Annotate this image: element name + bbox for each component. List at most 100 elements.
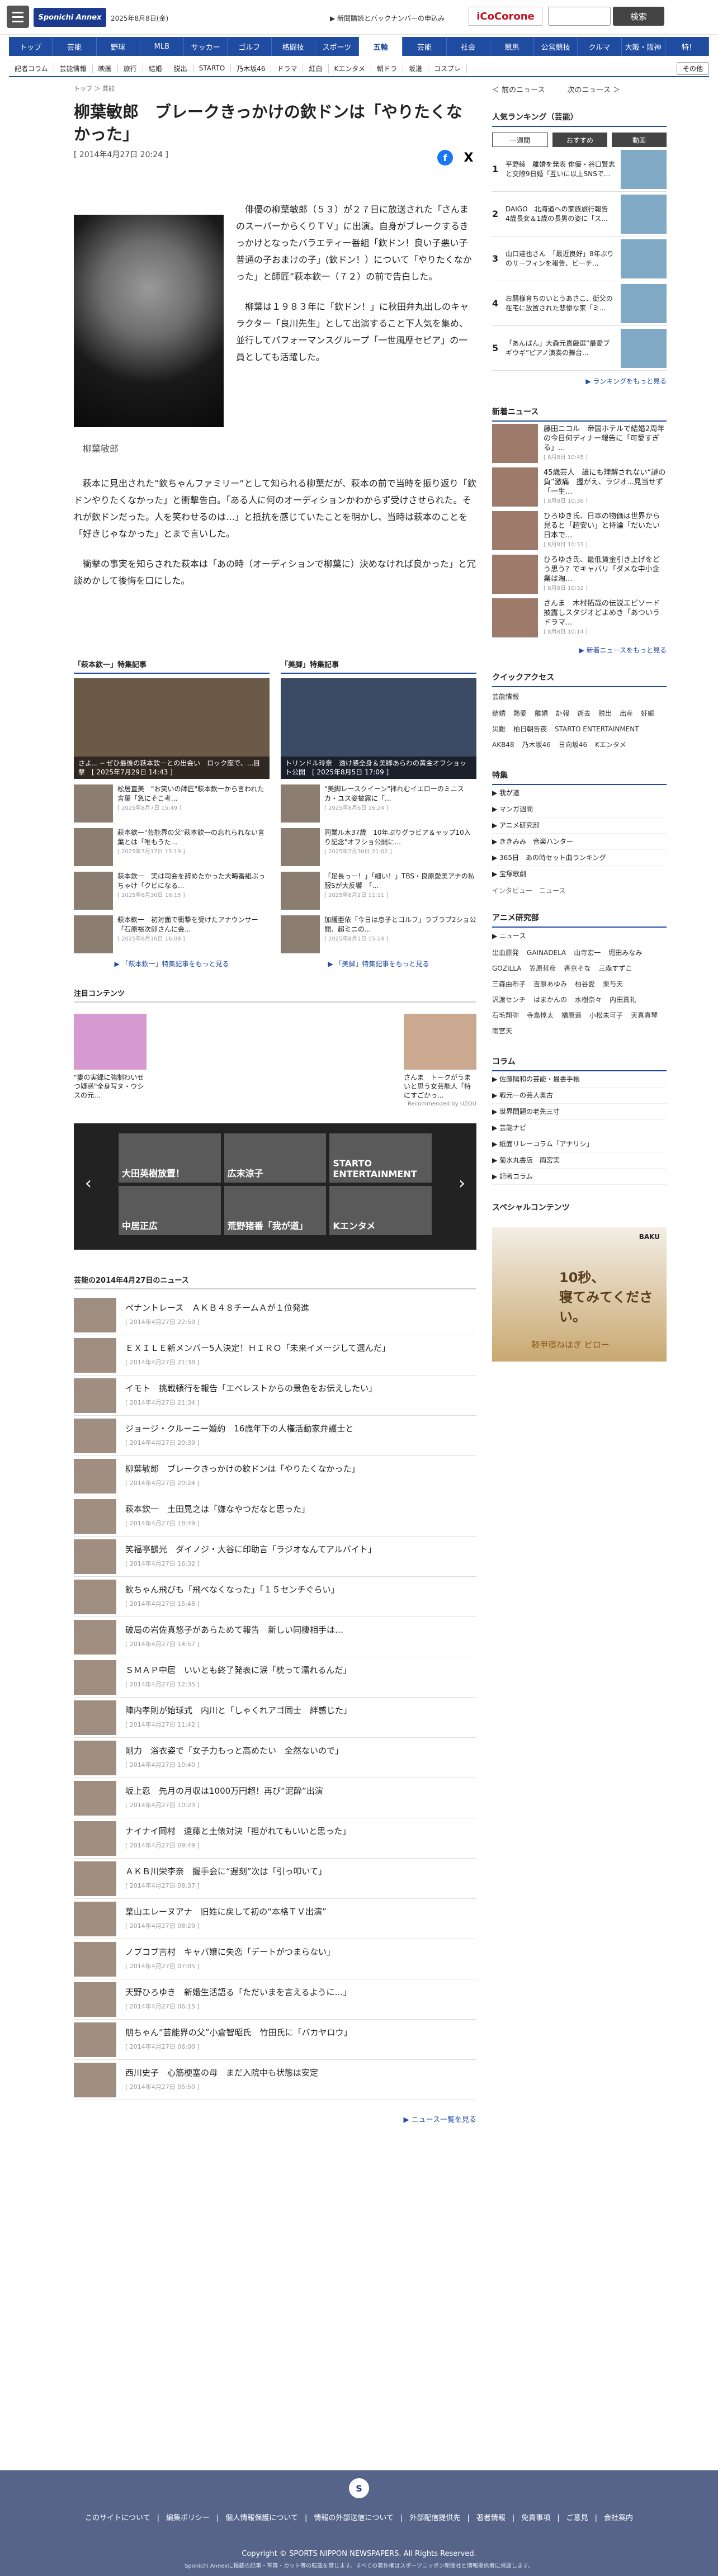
gnav-item[interactable]: ゴルフ: [228, 37, 272, 56]
footer-link[interactable]: 会社案内: [604, 2514, 633, 2522]
table-row[interactable]: ジョージ・クルーニー婚約 16歳年下の人権活動家弁護士と [ 2014年4月27日…: [74, 1416, 476, 1456]
anime-link[interactable]: 出血原発: [492, 945, 519, 961]
column-item[interactable]: ▶ 菊水丸書店 雨宮実: [492, 1152, 667, 1169]
footer-link[interactable]: 編集ポリシー: [166, 2514, 210, 2522]
anime-link[interactable]: 吉原あゆみ: [533, 976, 567, 992]
tokushu-item[interactable]: ▶ 宝塚歌劇: [492, 866, 667, 882]
carousel-prev-icon[interactable]: ‹: [85, 1174, 92, 1193]
tab-recommend[interactable]: おすすめ: [552, 133, 607, 147]
quick-access-link[interactable]: 脱出: [598, 706, 612, 721]
carousel-item[interactable]: 大田英樹放置！: [119, 1133, 221, 1183]
new-news-item[interactable]: ひろゆき氏、日本の物価は世界から見ると「超安い」と持論「だいたい日本で... [ …: [492, 509, 667, 552]
table-row[interactable]: イモト 挑戦頓行を報告「エベレストからの景色をお伝えしたい」 [ 2014年4月2…: [74, 1376, 476, 1416]
related-item[interactable]: 同業ル木37歳 10年ぶりグラビア＆ャップ10入り記念"オフショ公開に... [ …: [281, 828, 476, 866]
attention-title-left[interactable]: "妻の実録に強制わいせつ疑惑"全身写ヌ・ウシスの元...: [74, 1073, 147, 1100]
gnav-item[interactable]: トップ: [9, 37, 53, 56]
ranking-item[interactable]: 2 DAIGO 北海道への家族旅行報告 4歳長女＆1歳の長男の姿に「ス...: [492, 192, 667, 237]
footer-link[interactable]: 個人情報保護について: [225, 2514, 298, 2522]
gnav-item[interactable]: 公営競技: [534, 37, 578, 56]
subnav-item[interactable]: 結婚: [143, 63, 168, 73]
subnav-item[interactable]: ドラマ: [271, 63, 304, 73]
column-item[interactable]: ▶ 紙面リレーコラム「アナリシ」: [492, 1136, 667, 1152]
table-row[interactable]: ＳＭＡＰ中居 いいとも終了発表に涙「枕って濡れるんだ」 [ 2014年4月27日 …: [74, 1657, 476, 1698]
subnav-item[interactable]: 記者コラム: [9, 63, 54, 73]
anime-link[interactable]: 香京そな: [564, 961, 591, 976]
table-row[interactable]: 柳葉敏郎 ブレークきっかけの欽ドンは「やりたくなかった」 [ 2014年4月27日…: [74, 1456, 476, 1496]
quick-access-link[interactable]: 訃報: [556, 706, 569, 721]
attention-thumb-left[interactable]: [74, 1014, 147, 1070]
gnav-item[interactable]: 大阪・阪神: [622, 37, 665, 56]
related-item[interactable]: 「足長っー！」「細い！」TBS・良原愛美アナの私服Sが大反響 「... [ 202…: [281, 872, 476, 910]
subnav-item[interactable]: 脱出: [168, 63, 193, 73]
subnav-item[interactable]: コスプレ: [428, 63, 467, 73]
related-item[interactable]: 松居直美 "お笑いの師匠"萩本欽一から言われた言葉「急にそこ考... [ 2025…: [74, 784, 270, 823]
quick-access-link[interactable]: 乃木坂46: [522, 737, 551, 753]
table-row[interactable]: ペナントレース ＡＫＢ４８チームＡが１位発進 [ 2014年4月27日 22:59…: [74, 1295, 476, 1335]
quick-access-link[interactable]: 離婚: [535, 706, 548, 721]
attention-title-right[interactable]: さんま トークがうまいと思う女芸能人「特にすごかっ...: [404, 1073, 476, 1100]
subnav-item[interactable]: Kエンタメ: [329, 63, 372, 73]
table-row[interactable]: 破局の岩佐真悠子があらためて報告 新しい同棲相手は… [ 2014年4月27日 1…: [74, 1617, 476, 1657]
anime-link[interactable]: 沢渡センチ: [492, 992, 526, 1008]
table-row[interactable]: ノブコブ吉村 キャバ嬢に失恋「デートがつまらない」 [ 2014年4月27日 07…: [74, 1939, 476, 1979]
search-button[interactable]: 検索: [613, 7, 664, 26]
subscription-link[interactable]: ▶ 新聞購読とバックナンバーの申込み: [330, 13, 445, 23]
related-item[interactable]: 萩本欽一"芸能界の父"萩本欽一の忘れられない言葉とは「唯もうた... [ 2025…: [74, 828, 270, 866]
tokushu-item[interactable]: ▶ ききみみ 音楽ハンター: [492, 834, 667, 850]
tokushu-tags[interactable]: インタビュー ニュース: [492, 886, 667, 895]
corone-banner[interactable]: iCoCorone: [469, 7, 542, 26]
footer-link[interactable]: 免責事項: [521, 2514, 550, 2522]
tab-video[interactable]: 動画: [612, 133, 667, 147]
table-row[interactable]: 天野ひろゆき 新婚生活語る「ただいまを言えるように…」 [ 2014年4月27日 …: [74, 1979, 476, 2020]
gnav-item[interactable]: MLB: [140, 37, 184, 56]
anime-link[interactable]: 笠原哲彦: [529, 961, 556, 976]
subnav-item[interactable]: 紅白: [303, 63, 329, 73]
gnav-item[interactable]: クルマ: [578, 37, 622, 56]
gnav-item[interactable]: 五輪: [359, 37, 403, 56]
menu-button[interactable]: [7, 6, 29, 28]
carousel-item[interactable]: 広末涼子: [224, 1133, 327, 1183]
tokushu-item[interactable]: ▶ 365日 あの時セット曲ランキング: [492, 850, 667, 866]
carousel-item[interactable]: 中居正広: [119, 1186, 221, 1235]
table-row[interactable]: 葉山エレーヌアナ 旧姓に戻して初の“本格ＴＶ出演” [ 2014年4月27日 08…: [74, 1899, 476, 1939]
related-item[interactable]: 萩本欽一 初対面で衝撃を受けたアナウンサー「石原裕次郎さんに会... [ 2025…: [74, 915, 270, 953]
gnav-item[interactable]: 特!: [665, 37, 709, 56]
related-item[interactable]: 萩本欽一 実は司会を辞めたかった大晦番組ぶっちゃけ「クビになる... [ 2025…: [74, 872, 270, 910]
table-row[interactable]: 剛力 浴衣姿で「女子力もっと高めたい 全然ないので」 [ 2014年4月27日 1…: [74, 1738, 476, 1778]
anime-link[interactable]: 雨宮天: [492, 1023, 512, 1039]
related-more-link[interactable]: ▶ 「萩本欽一」特集記事をもっと見る: [74, 959, 270, 968]
attention-thumb-right[interactable]: [404, 1014, 476, 1070]
carousel-next-icon[interactable]: ›: [459, 1174, 465, 1193]
gnav-item[interactable]: 芸能: [53, 37, 97, 56]
subnav-item[interactable]: STARTO: [193, 64, 232, 72]
anime-link[interactable]: 柏谷愛: [575, 976, 595, 992]
article-photo[interactable]: 柳葉敏郎: [74, 215, 224, 457]
prev-news-link[interactable]: ＜ 前のニュース: [492, 84, 545, 94]
ranking-more-link[interactable]: ▶ ランキングをもっと見る: [492, 376, 667, 386]
quick-access-link[interactable]: 柏日朝告夜: [513, 721, 547, 737]
new-news-item[interactable]: ひろゆき氏、最低賃金引き上げをどう思う？でキャバリ「ダメな中小企業は淘... [ …: [492, 552, 667, 596]
x-share-icon[interactable]: X: [461, 150, 476, 166]
gnav-item[interactable]: 社会: [447, 37, 490, 56]
footer-link[interactable]: 著者情報: [476, 2514, 506, 2522]
quick-access-link[interactable]: 出産: [620, 706, 633, 721]
ad-banner[interactable]: BAKU 10秒、 寝てみてください。 軽甲寝ねはぎ ピロー: [492, 1227, 667, 1362]
quick-access-link[interactable]: 逝去: [577, 706, 591, 721]
table-row[interactable]: 陣内孝則が始球式 内川と「しゃくれアゴ同士 絆感じた」 [ 2014年4月27日 …: [74, 1698, 476, 1738]
subnav-item[interactable]: 芸能情報: [54, 63, 93, 73]
new-news-item[interactable]: 45歳芸人 誰にも理解されない“謎の負”激痛 握がえ、ラジオ...見当せず「一生…: [492, 465, 667, 509]
related-hero[interactable]: トリンドル玲奈 透け感全身＆美脚あらわの黄金オフショット公開 [ 2025年8月…: [281, 678, 476, 779]
gnav-item[interactable]: 野球: [97, 37, 140, 56]
carousel-item[interactable]: STARTO ENTERTAINMENT: [329, 1133, 432, 1183]
facebook-share-icon[interactable]: f: [437, 150, 453, 166]
anime-link[interactable]: 天真真琴: [631, 1008, 658, 1023]
anime-link[interactable]: 小松未可子: [589, 1008, 623, 1023]
gnav-item[interactable]: 競馬: [490, 37, 534, 56]
anime-link[interactable]: 内田真礼: [610, 992, 636, 1008]
anime-link[interactable]: 堀田みなみ: [608, 945, 642, 961]
footer-link[interactable]: 外部配信提供先: [409, 2514, 460, 2522]
column-item[interactable]: ▶ 記者コラム: [492, 1169, 667, 1185]
tokushu-item[interactable]: ▶ マンガ週間: [492, 801, 667, 817]
related-more-link[interactable]: ▶ 「美脚」特集記事をもっと見る: [281, 959, 476, 968]
anime-link[interactable]: 山寺宏一: [574, 945, 601, 961]
